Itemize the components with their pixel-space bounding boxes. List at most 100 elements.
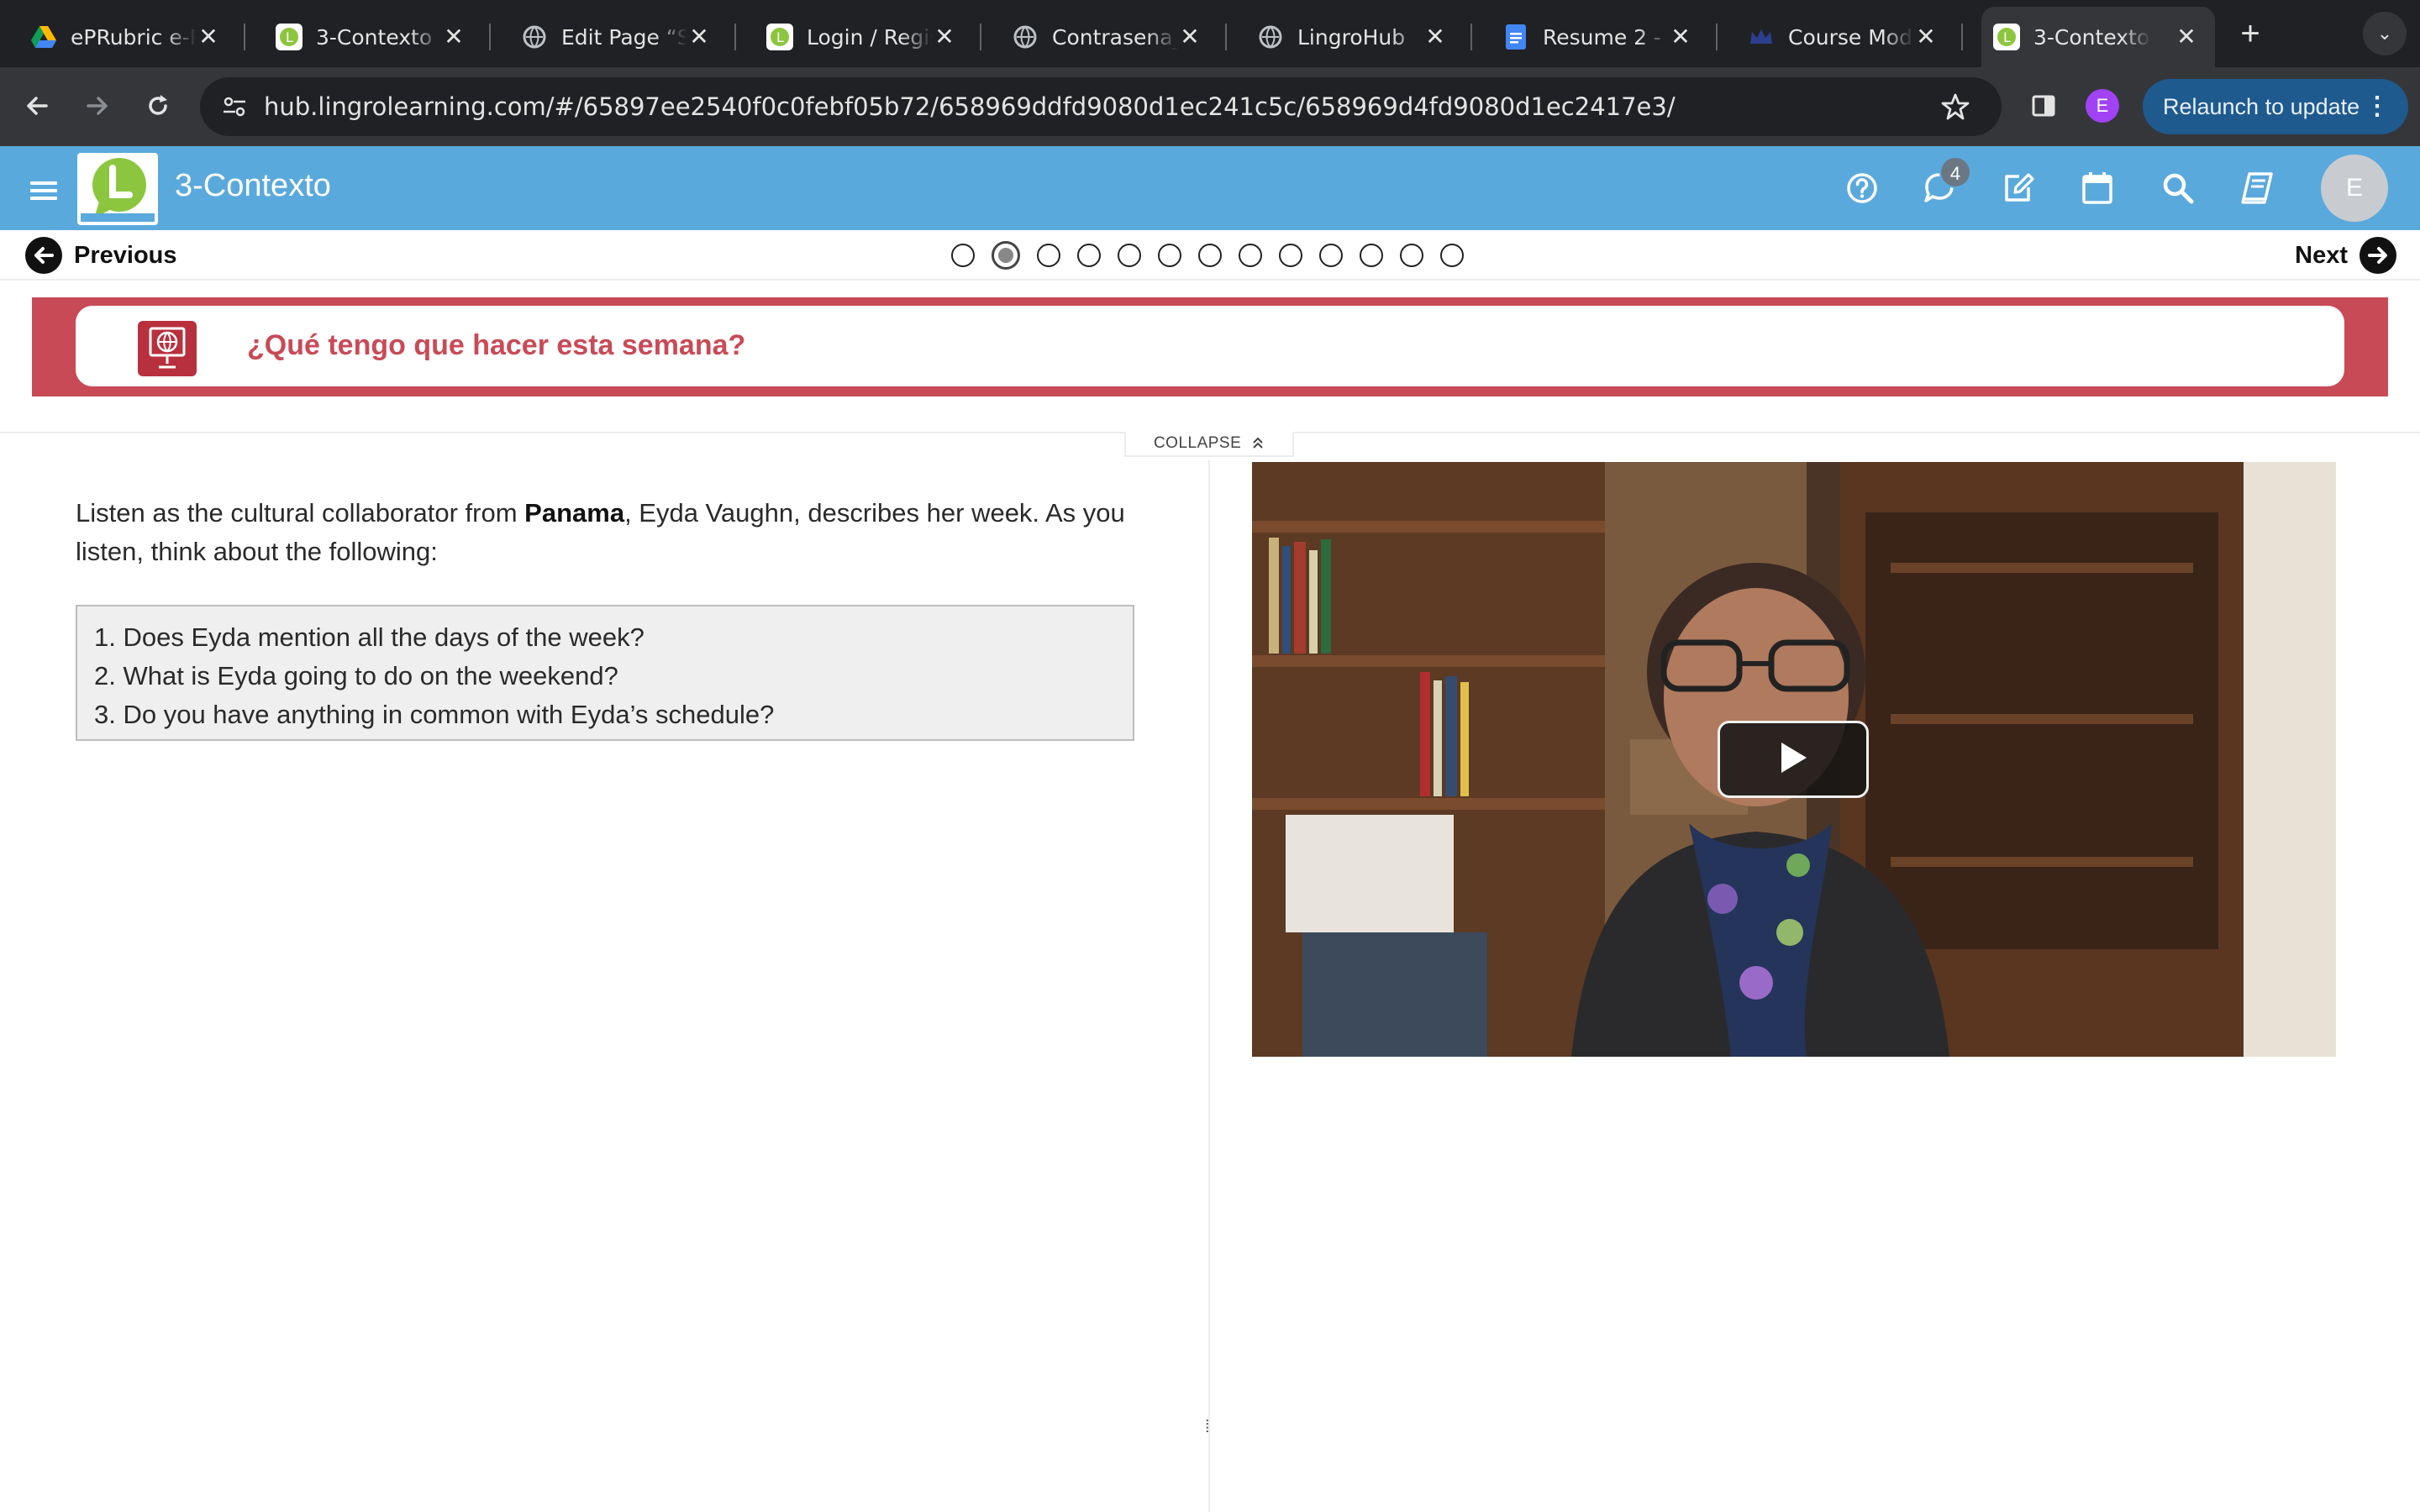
- user-avatar[interactable]: E: [2321, 155, 2388, 222]
- page-dot[interactable]: [1037, 244, 1060, 267]
- close-tab-icon[interactable]: ✕: [1914, 25, 1938, 49]
- banner-title: ¿Qué tengo que hacer esta semana?: [247, 329, 746, 361]
- page-navigation: Previous Next: [0, 230, 2420, 281]
- page-dot[interactable]: [1198, 244, 1222, 267]
- tab-title: Edit Page “SP: [561, 24, 687, 50]
- search-icon[interactable]: [2156, 166, 2200, 210]
- tab-separator: [1961, 24, 1963, 50]
- browser-tab-active[interactable]: L 3-Contexto | L ✕: [1981, 7, 2215, 67]
- browser-tab[interactable]: LingroHub ✕: [1227, 7, 1472, 67]
- close-tab-icon[interactable]: ✕: [1423, 25, 1447, 49]
- globe-icon: [1012, 24, 1039, 50]
- browser-toolbar: hub.lingrolearning.com/#/65897ee2540f0c0…: [0, 67, 2420, 146]
- chevron-double-up-icon: [1246, 434, 1265, 452]
- svg-text:L: L: [2003, 29, 2011, 45]
- back-arrow-icon[interactable]: [15, 84, 59, 128]
- page-indicator: [951, 241, 1481, 270]
- play-button[interactable]: [1718, 721, 1869, 798]
- forward-arrow-icon[interactable]: [76, 84, 119, 128]
- banner-card: ¿Qué tengo que hacer esta semana?: [76, 306, 2344, 386]
- tab-title: ePRubric e-P: [71, 24, 197, 50]
- collapse-label: COLLAPSE: [1153, 434, 1242, 452]
- browser-tab[interactable]: L Login / Regist ✕: [736, 7, 981, 67]
- close-tab-icon[interactable]: ✕: [442, 25, 466, 49]
- tab-search-chevron-icon[interactable]: ⌄: [2363, 12, 2407, 55]
- notification-badge: 4: [1939, 156, 1971, 188]
- relaunch-button[interactable]: Relaunch to update ⋮: [2143, 79, 2408, 134]
- intro-bold-country: Panama: [524, 498, 625, 528]
- question-item: 1. Does Eyda mention all the days of the…: [94, 622, 644, 652]
- intro-text-part: Listen as the cultural collaborator from: [76, 498, 525, 528]
- previous-label: Previous: [74, 241, 177, 269]
- relaunch-label: Relaunch to update: [2163, 94, 2360, 119]
- browser-tab[interactable]: Resume 2 - G ✕: [1472, 7, 1718, 67]
- collapse-button[interactable]: COLLAPSE: [1124, 432, 1294, 457]
- globe-icon: [521, 24, 548, 50]
- crown-icon: [1748, 24, 1775, 50]
- page-dot[interactable]: [951, 244, 975, 267]
- page-dot[interactable]: [1077, 244, 1101, 267]
- edit-icon[interactable]: [1996, 166, 2040, 210]
- close-tab-icon[interactable]: ✕: [687, 25, 711, 49]
- tab-title: LingroHub: [1297, 24, 1406, 50]
- profile-avatar[interactable]: E: [2086, 89, 2119, 123]
- site-settings-icon[interactable]: [217, 89, 252, 124]
- close-tab-icon[interactable]: ✕: [2175, 25, 2198, 49]
- browser-tab[interactable]: Course Modu ✕: [1718, 7, 1963, 67]
- page-dot[interactable]: [1360, 244, 1383, 267]
- svg-text:L: L: [776, 29, 784, 45]
- calendar-icon[interactable]: [2075, 166, 2119, 210]
- next-button[interactable]: Next: [2295, 237, 2396, 274]
- close-tab-icon[interactable]: ✕: [197, 25, 220, 49]
- arrow-right-icon: [2360, 237, 2396, 274]
- next-label: Next: [2295, 241, 2348, 269]
- google-docs-icon: [1502, 24, 1529, 50]
- page-dot[interactable]: [1440, 244, 1464, 267]
- tab-title: 3-Contexto | L: [2033, 24, 2151, 50]
- page-dot-current[interactable]: [992, 241, 1020, 270]
- page-dot[interactable]: [1118, 244, 1141, 267]
- page-dot[interactable]: [1158, 244, 1181, 267]
- globe-presentation-icon: [138, 321, 197, 376]
- browser-tab[interactable]: L 3-Contexto | L ✕: [245, 7, 491, 67]
- page-dot[interactable]: [1279, 244, 1302, 267]
- close-tab-icon[interactable]: ✕: [933, 25, 956, 49]
- arrow-left-icon: [25, 237, 62, 274]
- menu-icon[interactable]: [30, 181, 57, 200]
- video-player[interactable]: [1252, 462, 2336, 1057]
- bookmark-star-icon[interactable]: [1939, 91, 1971, 123]
- page-dot[interactable]: [1400, 244, 1423, 267]
- tab-title: Resume 2 - G: [1543, 24, 1669, 50]
- tab-title: Contrasena_V: [1052, 24, 1178, 50]
- lingro-icon: L: [1993, 24, 2020, 50]
- question-item: 2. What is Eyda going to do on the weeke…: [94, 661, 618, 690]
- browser-tab[interactable]: Contrasena_V ✕: [981, 7, 1227, 67]
- tab-title: Login / Regist: [807, 24, 933, 50]
- svg-text:L: L: [286, 29, 293, 45]
- close-tab-icon[interactable]: ✕: [1669, 25, 1692, 49]
- browser-tab[interactable]: Edit Page “SP ✕: [491, 7, 736, 67]
- lingro-logo[interactable]: [77, 153, 158, 225]
- play-icon: [1778, 741, 1808, 779]
- more-menu-icon[interactable]: ⋮: [2365, 79, 2390, 134]
- column-divider: [1208, 460, 1210, 1512]
- tab-title: 3-Contexto | L: [316, 24, 442, 50]
- app-header: 3-Contexto: [0, 146, 2420, 230]
- close-tab-icon[interactable]: ✕: [1178, 25, 1202, 49]
- lingro-icon: L: [766, 24, 793, 50]
- reload-icon[interactable]: [136, 84, 180, 128]
- page-dot[interactable]: [1319, 244, 1343, 267]
- question-item: 3. Do you have anything in common with E…: [94, 700, 775, 729]
- browser-tab[interactable]: ePRubric e-P ✕: [0, 7, 245, 67]
- page-dot[interactable]: [1239, 244, 1262, 267]
- google-drive-icon: [30, 24, 57, 50]
- address-bar[interactable]: hub.lingrolearning.com/#/65897ee2540f0c0…: [200, 77, 2002, 136]
- book-icon[interactable]: [2235, 166, 2279, 210]
- url-text[interactable]: hub.lingrolearning.com/#/65897ee2540f0c0…: [264, 92, 1676, 121]
- new-tab-button[interactable]: +: [2232, 15, 2269, 52]
- help-icon[interactable]: [1840, 166, 1884, 210]
- previous-button[interactable]: Previous: [25, 237, 177, 274]
- resize-handle-icon[interactable]: ⁞: [1205, 1419, 1212, 1436]
- intro-text: Listen as the cultural collaborator from…: [76, 494, 1134, 571]
- side-panel-icon[interactable]: [2023, 86, 2064, 126]
